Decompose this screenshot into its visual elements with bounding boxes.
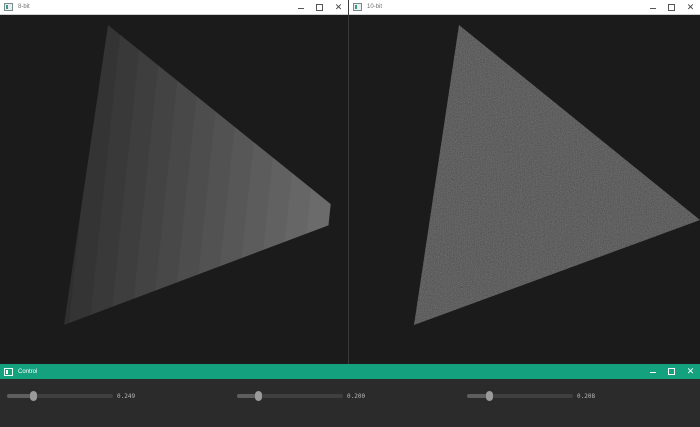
slider-value: 0.208 <box>577 392 596 400</box>
banded-triangle <box>64 25 348 325</box>
render-canvas-10bit <box>414 25 700 325</box>
maximize-icon[interactable] <box>662 0 681 14</box>
window-title: Control <box>18 368 38 375</box>
close-icon[interactable]: ✕ <box>329 0 348 14</box>
app-icon <box>4 3 13 11</box>
titlebar[interactable]: 10-bit ✕ <box>349 0 700 15</box>
window-10bit: 10-bit ✕ <box>349 0 700 364</box>
close-icon[interactable]: ✕ <box>681 364 700 379</box>
maximize-icon[interactable] <box>662 364 681 379</box>
minimize-icon[interactable] <box>643 0 662 14</box>
slider-1: 0.249 <box>7 391 135 401</box>
slider-track[interactable] <box>7 391 113 401</box>
minimize-icon[interactable] <box>643 364 662 379</box>
window-8bit: 8-bit ✕ <box>0 0 348 364</box>
window-control: Control ✕ 0.249 0.200 0.208 <box>0 364 700 427</box>
window-title: 10-bit <box>367 4 383 10</box>
slider-track[interactable] <box>237 391 343 401</box>
slider-track[interactable] <box>467 391 573 401</box>
titlebar[interactable]: 8-bit ✕ <box>0 0 348 15</box>
maximize-icon[interactable] <box>310 0 329 14</box>
slider-thumb[interactable] <box>255 391 262 401</box>
app-icon <box>353 3 362 11</box>
slider-value: 0.200 <box>347 392 366 400</box>
titlebar[interactable]: Control ✕ <box>0 364 700 379</box>
slider-value: 0.249 <box>117 392 136 400</box>
close-icon[interactable]: ✕ <box>681 0 700 14</box>
slider-3: 0.208 <box>467 391 595 401</box>
app-icon <box>4 367 13 376</box>
render-canvas-8bit <box>64 25 348 325</box>
slider-thumb[interactable] <box>30 391 37 401</box>
minimize-icon[interactable] <box>291 0 310 14</box>
slider-thumb[interactable] <box>486 391 493 401</box>
dithered-triangle <box>414 25 700 325</box>
slider-2: 0.200 <box>237 391 365 401</box>
window-title: 8-bit <box>18 4 30 10</box>
